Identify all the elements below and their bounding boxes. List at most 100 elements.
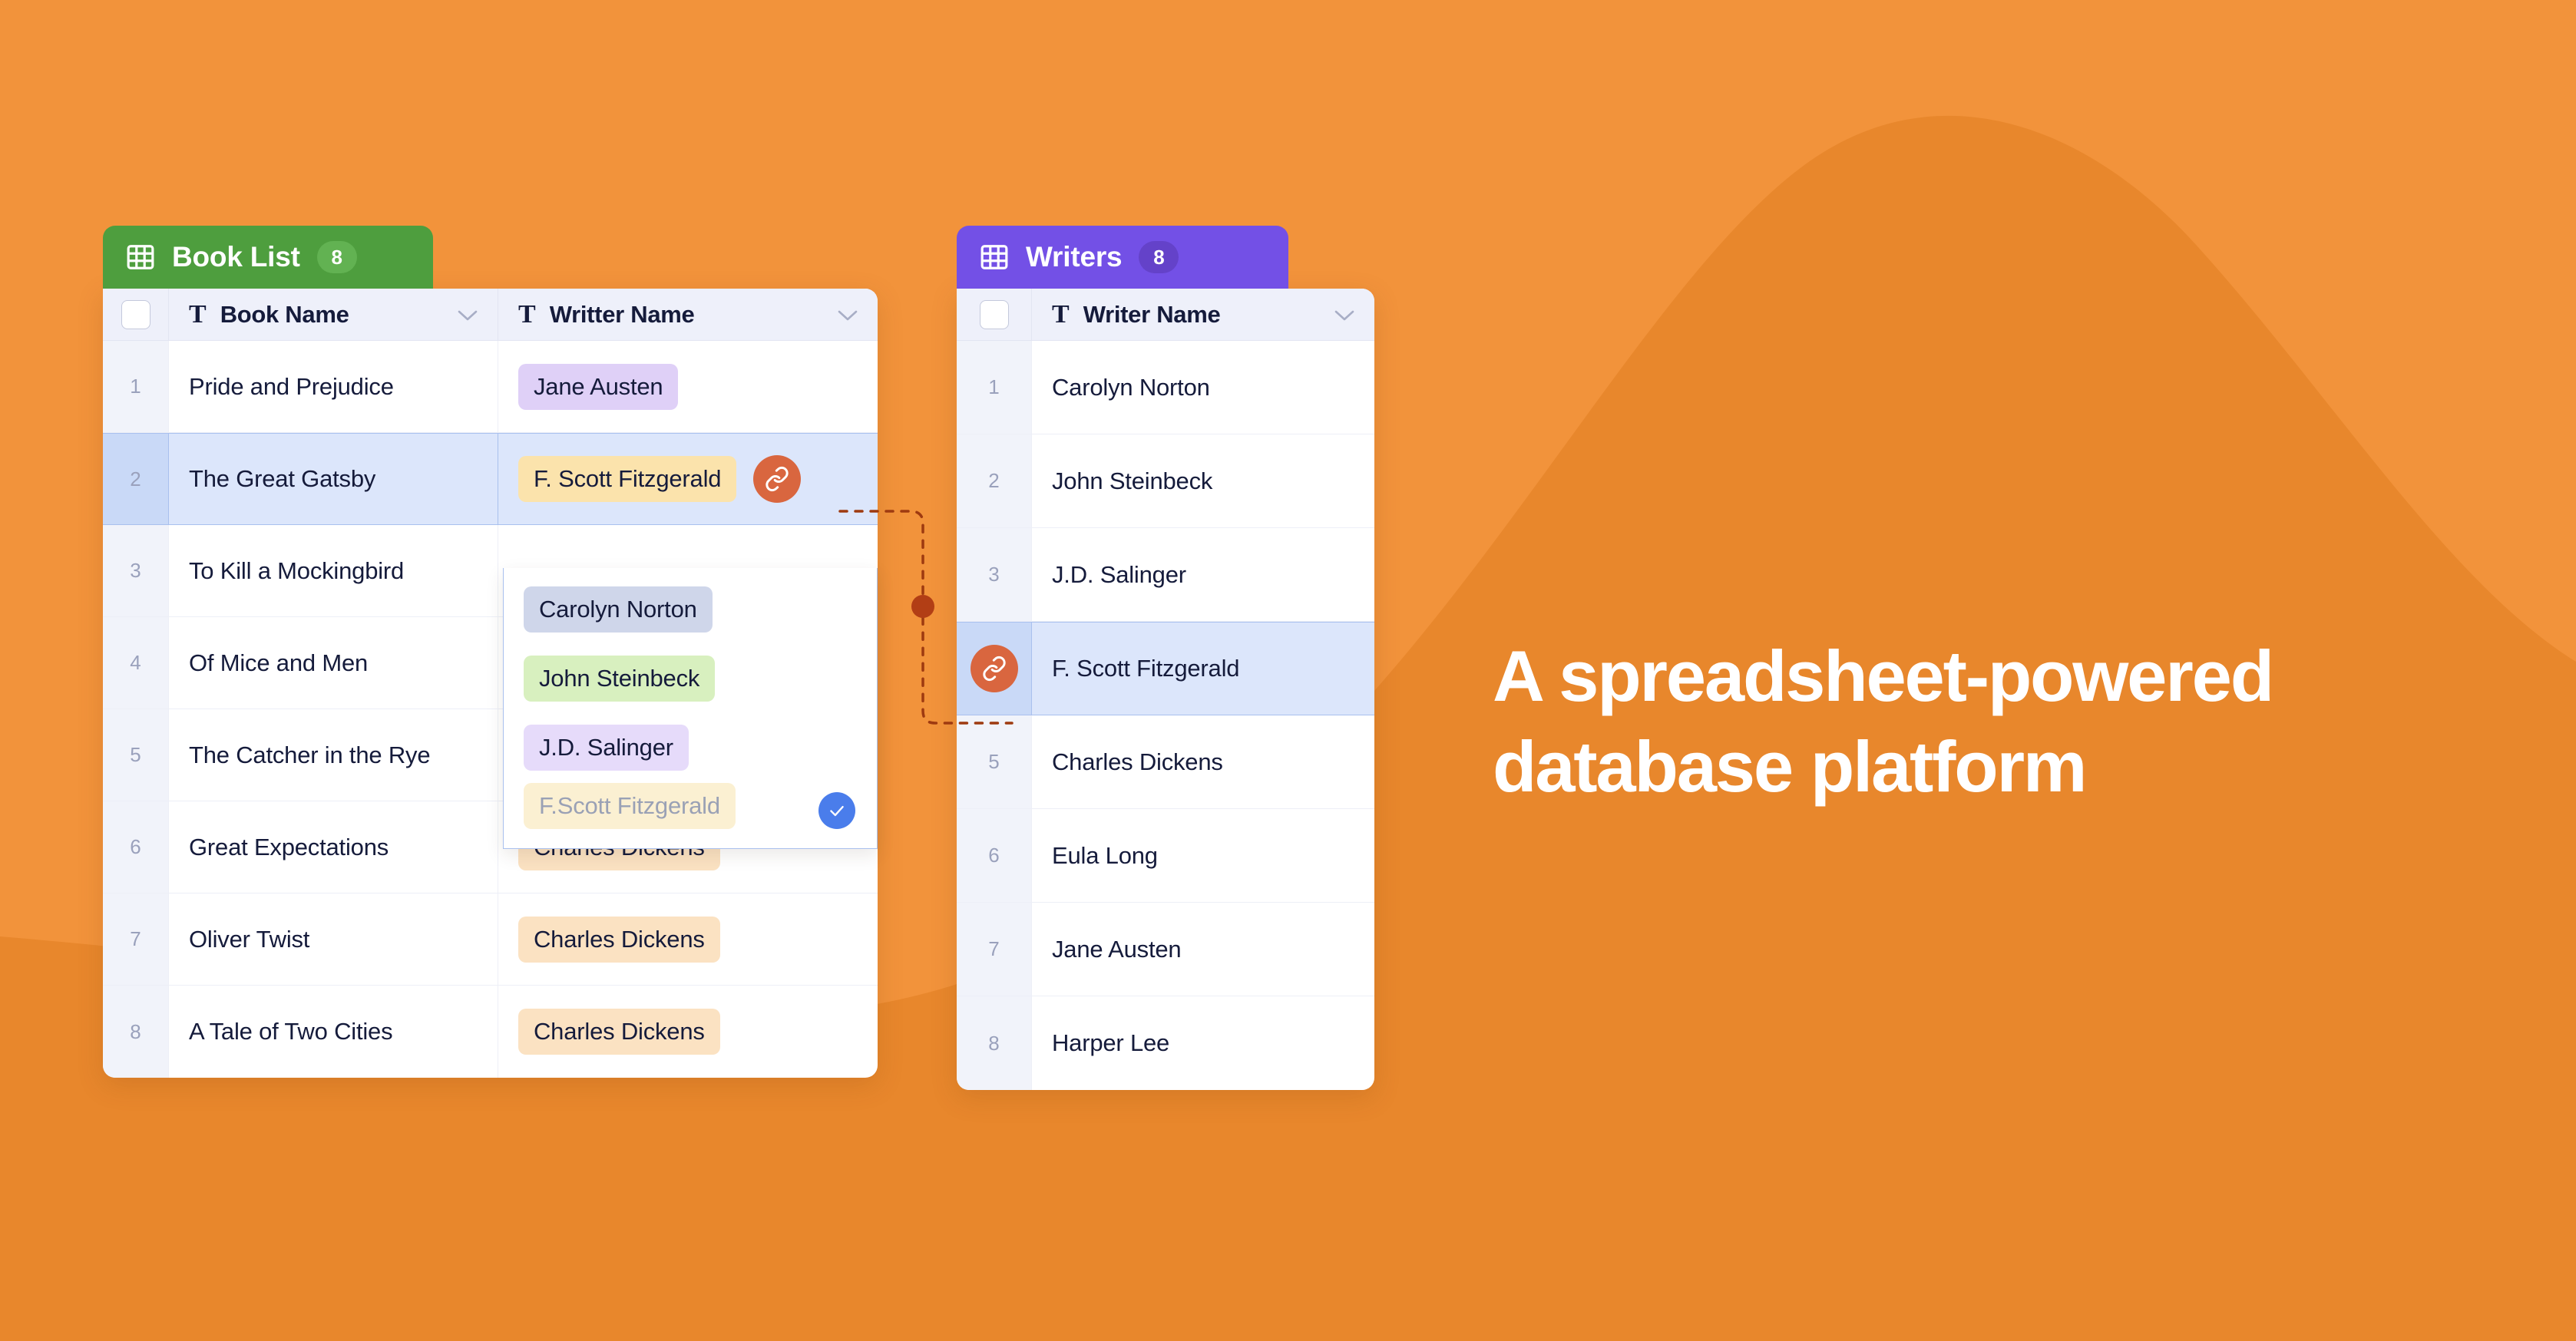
writer-name-text: Carolyn Norton xyxy=(1052,373,1210,401)
cell-book-name[interactable]: A Tale of Two Cities xyxy=(169,986,498,1078)
writer-name-dropdown[interactable]: Carolyn Norton John Steinbeck J.D. Salinge… xyxy=(503,568,878,849)
chevron-down-icon[interactable] xyxy=(1334,310,1354,321)
row-index: 1 xyxy=(103,341,169,432)
writer-name-text: Jane Austen xyxy=(1052,935,1182,963)
row-index: 5 xyxy=(103,709,169,801)
row-index: 7 xyxy=(103,893,169,985)
link-badge[interactable] xyxy=(753,455,802,503)
row-index: 1 xyxy=(957,341,1032,434)
dropdown-option-tag: J.D. Salinger xyxy=(524,725,689,771)
table-row[interactable]: 7 Oliver Twist Charles Dickens xyxy=(103,893,878,986)
dropdown-option-tag: Carolyn Norton xyxy=(524,586,713,633)
writer-name-text: F. Scott Fitzgerald xyxy=(1052,655,1240,682)
tagline-line-1: A spreadsheet-powered xyxy=(1493,636,2274,716)
book-name-text: Oliver Twist xyxy=(189,925,310,953)
cell-writer-name[interactable]: Charles Dickens xyxy=(1032,715,1374,808)
cell-writer-name[interactable]: John Steinbeck xyxy=(1032,434,1374,527)
cell-writter-name[interactable]: Charles Dickens xyxy=(498,986,878,1078)
cell-writer-name[interactable]: Harper Lee xyxy=(1032,996,1374,1090)
tab-writers-count: 8 xyxy=(1139,241,1179,273)
writer-tag[interactable]: Jane Austen xyxy=(518,363,679,410)
dropdown-option[interactable]: J.D. Salinger xyxy=(524,725,689,771)
select-all-checkbox[interactable] xyxy=(979,299,1009,329)
table-row[interactable]: 3 J.D. Salinger xyxy=(957,528,1374,622)
book-name-text: Pride and Prejudice xyxy=(189,372,394,400)
dropdown-option[interactable]: F.Scott Fitzgerald xyxy=(524,783,736,829)
book-name-text: To Kill a Mockingbird xyxy=(189,557,405,584)
cell-writter-name[interactable]: F. Scott Fitzgerald xyxy=(498,434,878,524)
chevron-down-icon[interactable] xyxy=(838,310,858,321)
dropdown-option[interactable]: Carolyn Norton xyxy=(524,586,713,633)
table-row[interactable]: 8 A Tale of Two Cities Charles Dickens xyxy=(103,986,878,1078)
writer-tag[interactable]: F. Scott Fitzgerald xyxy=(518,456,737,502)
select-all-checkbox[interactable] xyxy=(121,299,150,329)
table-row[interactable]: 5 Charles Dickens xyxy=(957,715,1374,809)
column-header-book-name-label: Book Name xyxy=(220,300,349,328)
row-index: 6 xyxy=(103,801,169,893)
writer-tag[interactable]: Charles Dickens xyxy=(518,916,720,963)
cell-book-name[interactable]: To Kill a Mockingbird xyxy=(169,525,498,616)
cell-book-name[interactable]: Oliver Twist xyxy=(169,893,498,985)
column-header-writter-name-label: Writter Name xyxy=(549,300,695,328)
column-header-writter-name[interactable]: T Writter Name xyxy=(498,289,878,340)
book-name-text: A Tale of Two Cities xyxy=(189,1018,393,1045)
text-type-icon: T xyxy=(1052,299,1070,329)
cell-writer-name[interactable]: J.D. Salinger xyxy=(1032,528,1374,621)
table-row[interactable]: 1 Pride and Prejudice Jane Austen xyxy=(103,341,878,433)
connector-dot xyxy=(911,595,934,618)
cell-writer-name[interactable]: Jane Austen xyxy=(1032,903,1374,996)
table-row[interactable]: 8 Harper Lee xyxy=(957,996,1374,1090)
column-header-writer-name-label: Writer Name xyxy=(1083,300,1221,328)
book-list-header-row: T Book Name T Writter Name xyxy=(103,289,878,341)
writer-name-text: Charles Dickens xyxy=(1052,748,1223,775)
select-all-cell[interactable] xyxy=(103,289,169,340)
cell-book-name[interactable]: The Great Gatsby xyxy=(169,434,498,524)
tab-book-list-title: Book List xyxy=(172,241,300,272)
cell-book-name[interactable]: Of Mice and Men xyxy=(169,617,498,708)
book-name-text: Great Expectations xyxy=(189,833,389,860)
column-header-book-name[interactable]: T Book Name xyxy=(169,289,498,340)
table-row[interactable]: F. Scott Fitzgerald xyxy=(957,622,1374,715)
row-index: 2 xyxy=(103,434,169,524)
dropdown-option[interactable]: John Steinbeck xyxy=(524,656,716,702)
tab-book-list[interactable]: Book List 8 xyxy=(103,226,433,289)
table-row[interactable]: 6 Eula Long xyxy=(957,809,1374,903)
writer-name-text: Harper Lee xyxy=(1052,1029,1170,1056)
table-row[interactable]: 2 The Great Gatsby F. Scott Fitzgerald xyxy=(103,433,878,525)
writer-name-text: J.D. Salinger xyxy=(1052,560,1186,588)
book-name-text: Of Mice and Men xyxy=(189,649,369,676)
chevron-down-icon[interactable] xyxy=(458,310,478,321)
cell-writer-name[interactable]: F. Scott Fitzgerald xyxy=(1032,623,1374,715)
cell-book-name[interactable]: Great Expectations xyxy=(169,801,498,893)
text-type-icon: T xyxy=(518,299,536,329)
writer-name-text: John Steinbeck xyxy=(1052,467,1213,494)
grid-icon xyxy=(127,245,154,269)
grid-icon xyxy=(980,245,1008,269)
tagline-line-2: database platform xyxy=(1493,726,2087,808)
row-index: 4 xyxy=(103,617,169,708)
cell-writer-name[interactable]: Carolyn Norton xyxy=(1032,341,1374,434)
writer-name-text: Eula Long xyxy=(1052,841,1158,869)
row-index: 6 xyxy=(957,809,1032,902)
table-row[interactable]: 2 John Steinbeck xyxy=(957,434,1374,528)
row-index: 3 xyxy=(103,525,169,616)
writers-header-row: T Writer Name xyxy=(957,289,1374,341)
table-row[interactable]: 7 Jane Austen xyxy=(957,903,1374,996)
row-index: 8 xyxy=(957,996,1032,1090)
cell-book-name[interactable]: The Catcher in the Rye xyxy=(169,709,498,801)
tab-writers[interactable]: Writers 8 xyxy=(957,226,1288,289)
table-row[interactable]: 1 Carolyn Norton xyxy=(957,341,1374,434)
column-header-writer-name[interactable]: T Writer Name xyxy=(1032,289,1374,340)
writer-tag[interactable]: Charles Dickens xyxy=(518,1009,720,1055)
row-index: 7 xyxy=(957,903,1032,996)
dropdown-option-check[interactable] xyxy=(818,792,855,829)
cell-writer-name[interactable]: Eula Long xyxy=(1032,809,1374,902)
cell-writter-name[interactable]: Charles Dickens xyxy=(498,893,878,985)
page-title: A spreadsheet-powered database platform xyxy=(1493,631,2274,813)
dropdown-option-tag: F.Scott Fitzgerald xyxy=(524,783,736,829)
cell-book-name[interactable]: Pride and Prejudice xyxy=(169,341,498,432)
select-all-cell[interactable] xyxy=(957,289,1032,340)
book-name-text: The Catcher in the Rye xyxy=(189,741,431,768)
cell-writter-name[interactable]: Jane Austen xyxy=(498,341,878,432)
tab-writers-title: Writers xyxy=(1026,241,1123,272)
